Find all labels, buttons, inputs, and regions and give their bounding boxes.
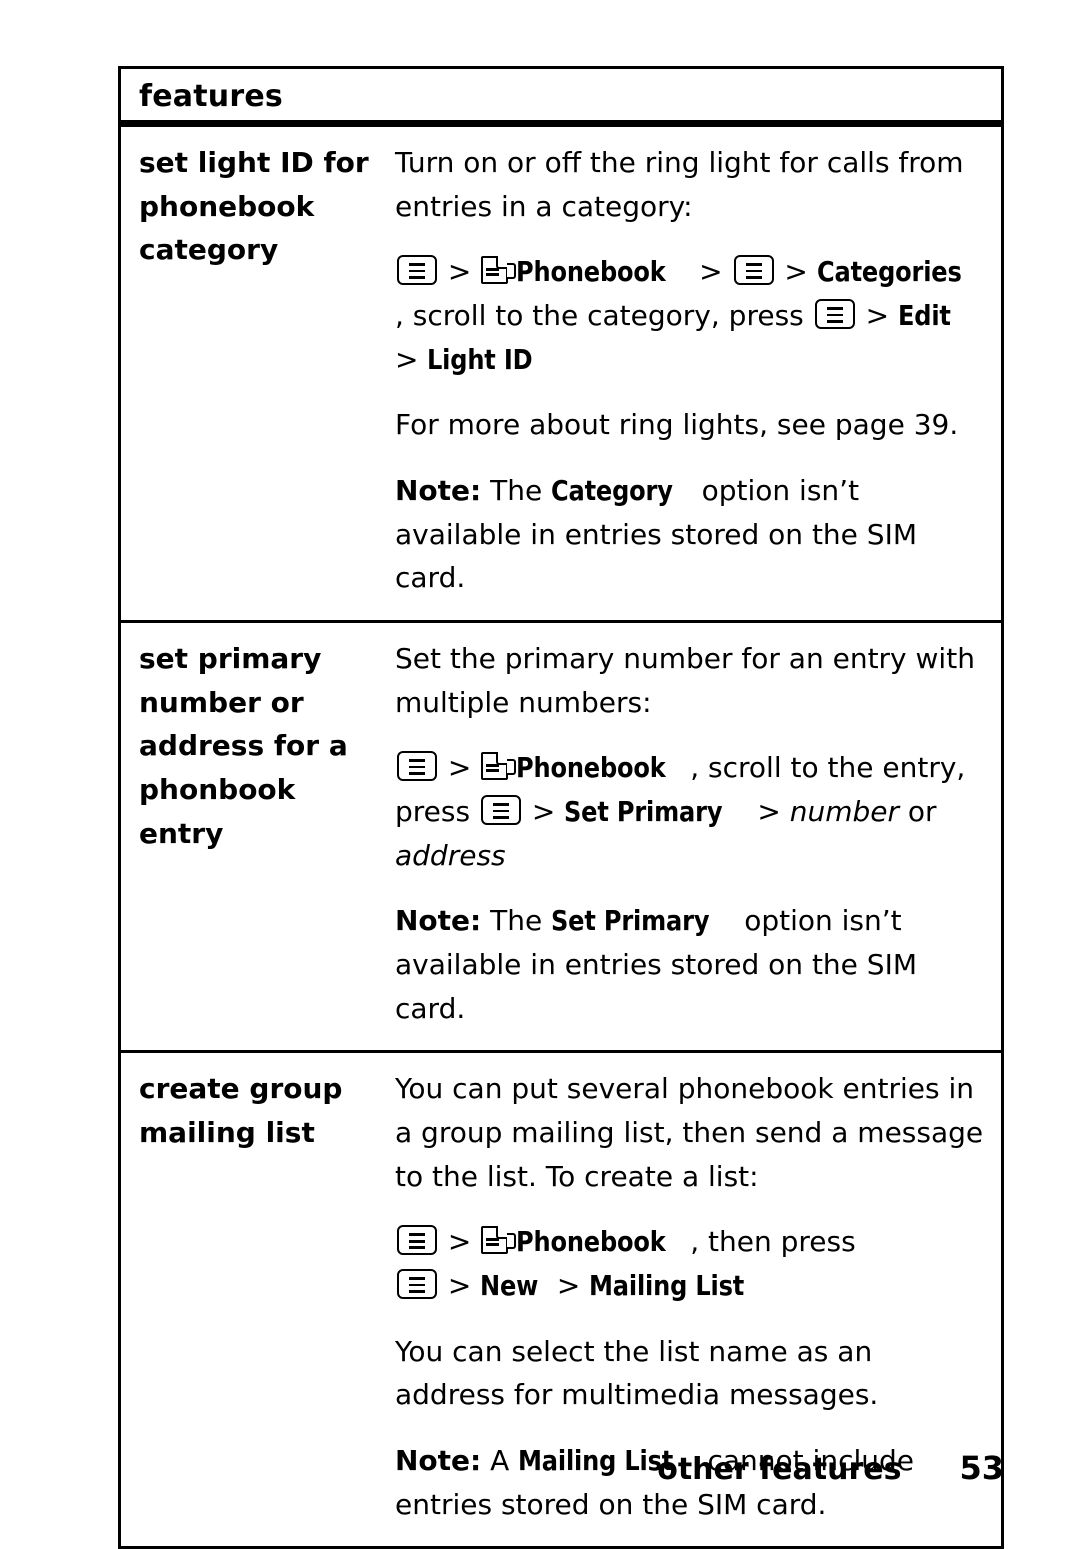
path-number: number bbox=[789, 795, 899, 829]
manual-page: features set light ID for phonebook cate… bbox=[0, 0, 1080, 1549]
path-separator: > bbox=[757, 795, 781, 829]
path-or: or bbox=[907, 795, 937, 829]
menu-key-icon bbox=[814, 299, 855, 330]
phonebook-icon bbox=[481, 1224, 517, 1256]
page-number: 53 bbox=[959, 1449, 1004, 1487]
note-body-pre: The bbox=[490, 474, 543, 508]
feature-description: Turn on or off the ring light for calls … bbox=[383, 127, 1001, 620]
description-text: Set the primary number for an entry with… bbox=[395, 642, 975, 719]
menu-key-icon bbox=[397, 1269, 437, 1300]
path-separator: > bbox=[447, 1225, 472, 1259]
note-ui-term: Set Primary bbox=[551, 904, 710, 938]
page-footer: other features 53 bbox=[0, 1449, 1004, 1487]
path-then-press: , then press bbox=[690, 1225, 856, 1259]
path-address: address bbox=[395, 838, 506, 872]
note-label: Note: bbox=[395, 904, 482, 938]
feature-term: set primary number or address for a phon… bbox=[139, 642, 348, 850]
table-row: set light ID for phonebook category Turn… bbox=[121, 124, 1001, 620]
menu-key-icon bbox=[397, 751, 437, 782]
menu-path: > Phonebook, scroll to the entry, press … bbox=[395, 746, 987, 877]
path-separator: > bbox=[395, 342, 419, 376]
menu-path: > Phonebook > > Categories , scroll to th… bbox=[395, 250, 987, 381]
path-separator: > bbox=[784, 255, 808, 289]
note-text: Note: The Set Primary option isn’t avail… bbox=[395, 899, 987, 1030]
path-light-id: Light ID bbox=[427, 342, 533, 376]
footer-section-label: other features bbox=[657, 1452, 902, 1487]
menu-key-icon bbox=[397, 255, 437, 286]
table-header-row: features bbox=[121, 69, 1001, 124]
note-label: Note: bbox=[395, 474, 482, 508]
feature-term: set light ID for phonebook category bbox=[139, 146, 369, 267]
path-separator: > bbox=[556, 1269, 581, 1303]
features-table: features set light ID for phonebook cate… bbox=[118, 66, 1004, 1549]
menu-key-icon bbox=[397, 1225, 437, 1256]
path-separator: > bbox=[447, 1269, 472, 1303]
path-new: New bbox=[480, 1269, 539, 1303]
description-text: You can select the list name as an addre… bbox=[395, 1334, 879, 1412]
path-edit: Edit bbox=[897, 299, 951, 333]
path-scroll-text: , scroll to the category, press bbox=[395, 299, 804, 333]
path-phonebook: Phonebook bbox=[516, 1225, 666, 1259]
feature-description: Set the primary number for an entry with… bbox=[383, 623, 1001, 1050]
path-set-primary: Set Primary bbox=[564, 795, 723, 829]
menu-path: > Phonebook , then press > New > Mailing … bbox=[395, 1220, 987, 1307]
phonebook-icon bbox=[481, 750, 517, 782]
menu-key-icon bbox=[733, 255, 774, 286]
path-separator: > bbox=[447, 255, 472, 289]
description-text: Turn on or off the ring light for calls … bbox=[395, 146, 964, 223]
table-header-features: features bbox=[139, 79, 283, 114]
phonebook-icon bbox=[481, 254, 517, 286]
menu-key-icon bbox=[480, 795, 521, 826]
description-text: For more about ring lights, see page 39. bbox=[395, 408, 959, 442]
path-mailing-list: Mailing List bbox=[589, 1269, 745, 1303]
path-separator: > bbox=[531, 795, 556, 829]
path-phonebook: Phonebook bbox=[516, 751, 666, 785]
note-text: Note: The Category option isn’t availabl… bbox=[395, 469, 987, 600]
path-separator: > bbox=[865, 299, 890, 333]
path-separator: > bbox=[447, 751, 472, 785]
description-text: You can put several phonebook entries in… bbox=[395, 1072, 984, 1193]
table-row: set primary number or address for a phon… bbox=[121, 620, 1001, 1050]
path-categories: Categories bbox=[816, 255, 962, 289]
path-phonebook: Phonebook bbox=[516, 255, 666, 289]
path-separator: > bbox=[699, 255, 723, 289]
note-body-pre: The bbox=[490, 904, 543, 938]
note-ui-term: Category bbox=[551, 474, 673, 508]
